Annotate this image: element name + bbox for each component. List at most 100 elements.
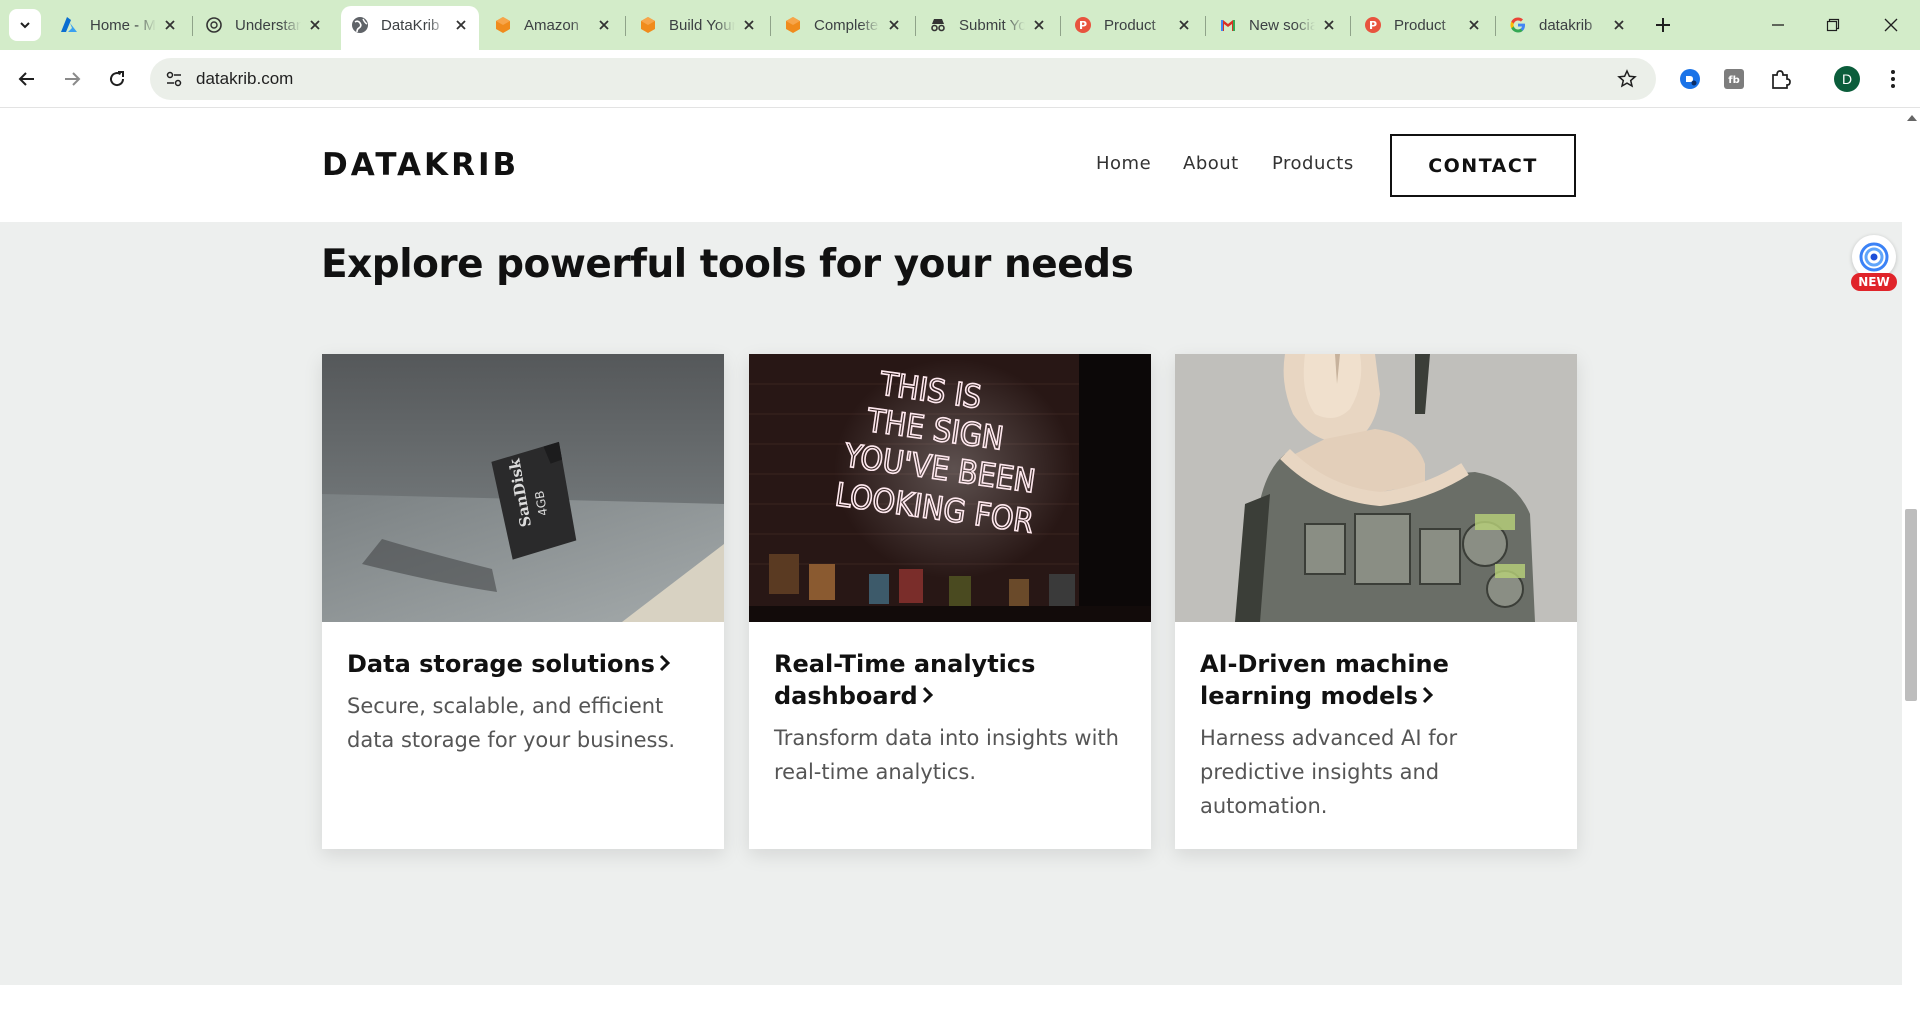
minimize-icon — [1772, 24, 1784, 26]
tab-producthunt[interactable]: P Product — [1064, 6, 1202, 44]
extension-fb-icon[interactable]: fb — [1721, 66, 1747, 92]
tab-separator — [1350, 16, 1351, 36]
tab-title: Understanding — [235, 16, 301, 34]
tab-gmail[interactable]: New social — [1209, 6, 1347, 44]
close-icon[interactable] — [1031, 17, 1047, 33]
card-title[interactable]: Real-Time analytics dashboard — [774, 648, 1134, 712]
solution-card-storage[interactable]: SanDisk 4GB Data storage solutions Secur… — [322, 354, 724, 849]
arrow-right-icon — [65, 72, 81, 86]
card-title-text: AI-Driven machine learning models — [1200, 650, 1449, 710]
tab-title: Product — [1394, 16, 1446, 34]
tab-separator — [192, 16, 193, 36]
solution-card-analytics[interactable]: THIS IS THE SIGN YOU'VE BEEN LOOKING FOR — [749, 354, 1151, 849]
back-button[interactable] — [11, 63, 43, 95]
producthunt-icon: P — [1074, 16, 1092, 34]
reload-button[interactable] — [101, 63, 133, 95]
tab-title: Amazon — [524, 16, 580, 34]
page-scrollbar[interactable] — [1902, 109, 1920, 1020]
tab-title: Home - Microsoft Azure — [90, 16, 156, 34]
bookmark-star-icon[interactable] — [1616, 68, 1638, 90]
tab-title: Complete — [814, 16, 879, 34]
site-header: DATAKRIB Home About Products CONTACT — [0, 109, 1902, 222]
browser-menu-button[interactable] — [1880, 66, 1906, 92]
tab-datakrib[interactable]: DataKrib — [341, 6, 479, 50]
contact-button[interactable]: CONTACT — [1390, 134, 1576, 197]
close-icon[interactable] — [1466, 17, 1482, 33]
plus-icon — [1656, 18, 1670, 32]
producthunt-icon: P — [1364, 16, 1382, 34]
profile-initial: D — [1841, 71, 1853, 87]
tab-separator — [770, 16, 771, 36]
tab-separator — [1205, 16, 1206, 36]
forward-button[interactable] — [56, 63, 88, 95]
tab-title: Product — [1104, 16, 1156, 34]
new-tab-button[interactable] — [1650, 12, 1676, 38]
close-icon[interactable] — [307, 17, 323, 33]
close-window-button[interactable] — [1876, 10, 1906, 40]
chevron-right-icon — [659, 648, 671, 680]
nav-home[interactable]: Home — [1096, 153, 1151, 174]
tab-submit[interactable]: Submit Your — [919, 6, 1057, 44]
address-bar[interactable]: datakrib.com — [150, 58, 1656, 100]
chevron-down-icon — [20, 22, 30, 29]
extensions-puzzle-icon[interactable] — [1767, 66, 1793, 92]
aws-icon — [784, 16, 802, 34]
tab-azure[interactable]: Home - Microsoft Azure — [50, 6, 188, 44]
new-badge: NEW — [1851, 273, 1897, 291]
chevron-right-icon — [1422, 680, 1434, 712]
card-description: Transform data into insights with real-t… — [774, 726, 1119, 784]
tab-separator — [915, 16, 916, 36]
restore-button[interactable] — [1818, 10, 1848, 40]
card-title-text: Real-Time analytics dashboard — [774, 650, 1036, 710]
site-settings-icon[interactable] — [164, 69, 184, 89]
google-icon — [1509, 16, 1527, 34]
tab-separator — [1495, 16, 1496, 36]
browser-toolbar: datakrib.com fb D — [0, 50, 1920, 108]
arrow-left-icon — [18, 72, 34, 86]
tab-complete[interactable]: Complete — [774, 6, 912, 44]
tab-search-button[interactable] — [9, 9, 41, 41]
tab-title: DataKrib — [381, 16, 440, 34]
svg-text:fb: fb — [1728, 75, 1740, 86]
close-icon — [1884, 18, 1898, 32]
tab-producthunt-2[interactable]: P Product — [1354, 6, 1492, 44]
aws-icon — [639, 16, 657, 34]
close-icon[interactable] — [741, 17, 757, 33]
tab-google[interactable]: datakrib — [1499, 6, 1637, 44]
reload-icon — [110, 71, 125, 87]
minimize-button[interactable] — [1763, 10, 1793, 40]
close-icon[interactable] — [1176, 17, 1192, 33]
card-title-text: Data storage solutions — [347, 650, 655, 678]
nav-products[interactable]: Products — [1272, 153, 1354, 174]
nav-about[interactable]: About — [1183, 153, 1239, 174]
close-icon[interactable] — [596, 17, 612, 33]
tab-build[interactable]: Build Your — [629, 6, 767, 44]
neon-sign-image: THIS IS THE SIGN YOU'VE BEEN LOOKING FOR — [749, 354, 1151, 622]
gmail-icon — [1219, 16, 1237, 34]
tab-chatgpt[interactable]: Understanding — [195, 6, 333, 44]
card-title[interactable]: AI-Driven machine learning models — [1200, 648, 1560, 712]
card-description: Secure, scalable, and efficient data sto… — [347, 694, 676, 752]
floating-assistant-widget[interactable]: NEW — [1848, 235, 1900, 293]
more-vert-icon — [1891, 70, 1895, 88]
scroll-thumb[interactable] — [1905, 509, 1917, 701]
solution-card-ai[interactable]: AI-Driven machine learning models Harnes… — [1175, 354, 1577, 849]
tab-title: Submit Your — [959, 16, 1025, 34]
humanoid-robot-image — [1175, 354, 1577, 622]
close-icon[interactable] — [1321, 17, 1337, 33]
close-icon[interactable] — [453, 17, 469, 33]
tab-amazon[interactable]: Amazon — [484, 6, 622, 44]
page-viewport: OUR SOLUTIONS Explore powerful tools for… — [0, 109, 1902, 1020]
close-icon[interactable] — [162, 17, 178, 33]
close-icon[interactable] — [1611, 17, 1627, 33]
card-title[interactable]: Data storage solutions — [347, 648, 707, 680]
section-title: Explore powerful tools for your needs — [321, 242, 1134, 287]
tab-separator — [1060, 16, 1061, 36]
microsd-card-image: SanDisk 4GB — [322, 354, 724, 622]
profile-avatar[interactable]: D — [1834, 66, 1860, 92]
site-logo[interactable]: DATAKRIB — [322, 147, 519, 183]
extension-ai-icon[interactable] — [1677, 66, 1703, 92]
close-icon[interactable] — [886, 17, 902, 33]
tab-title: New social — [1249, 16, 1315, 34]
scroll-up-arrow-icon[interactable] — [1907, 115, 1917, 121]
